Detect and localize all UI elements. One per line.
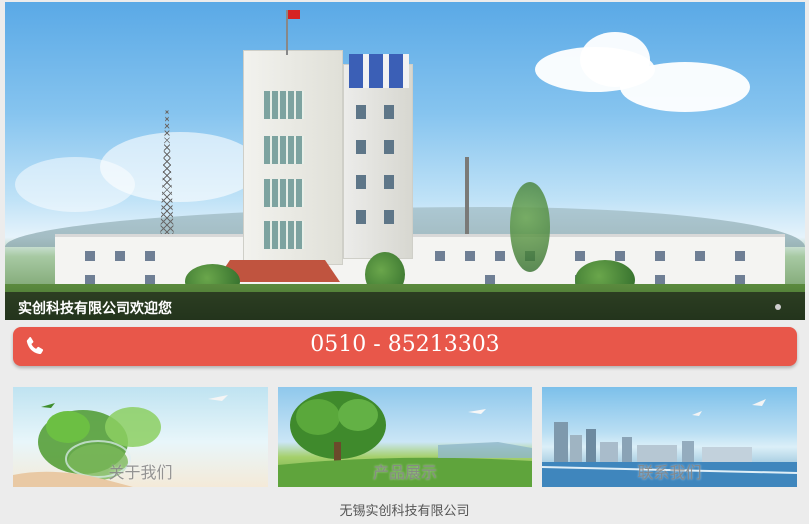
footer-company-name: 无锡实创科技有限公司 (339, 504, 470, 519)
banner-caption: 实创科技有限公司欢迎您 (18, 301, 172, 317)
phone-call-bar[interactable]: 0510 - 85213303 (13, 327, 797, 366)
office-tower (243, 50, 343, 265)
slide-indicator-dot[interactable] (775, 304, 781, 310)
nav-tile-about[interactable]: 关于我们 (13, 387, 268, 487)
nav-tile-label: 关于我们 (108, 463, 173, 482)
cloud-shape (15, 157, 135, 212)
office-tower-annex (343, 64, 413, 259)
cloud-shape (620, 62, 750, 112)
tree-shape (510, 182, 550, 272)
nav-tile-label: 产品展示 (372, 463, 437, 482)
nav-tile-contact[interactable]: 联系我们 (542, 387, 797, 487)
nav-tile-label: 联系我们 (637, 463, 702, 482)
phone-number: 0510 - 85213303 (310, 332, 500, 357)
hero-banner[interactable]: 实创科技有限公司欢迎您 (5, 2, 805, 320)
flag-shape (288, 10, 300, 19)
nav-tile-products[interactable]: 产品展示 (278, 387, 532, 487)
rooftop-sign (349, 54, 409, 88)
banner-caption-bar: 实创科技有限公司欢迎您 (5, 292, 805, 320)
